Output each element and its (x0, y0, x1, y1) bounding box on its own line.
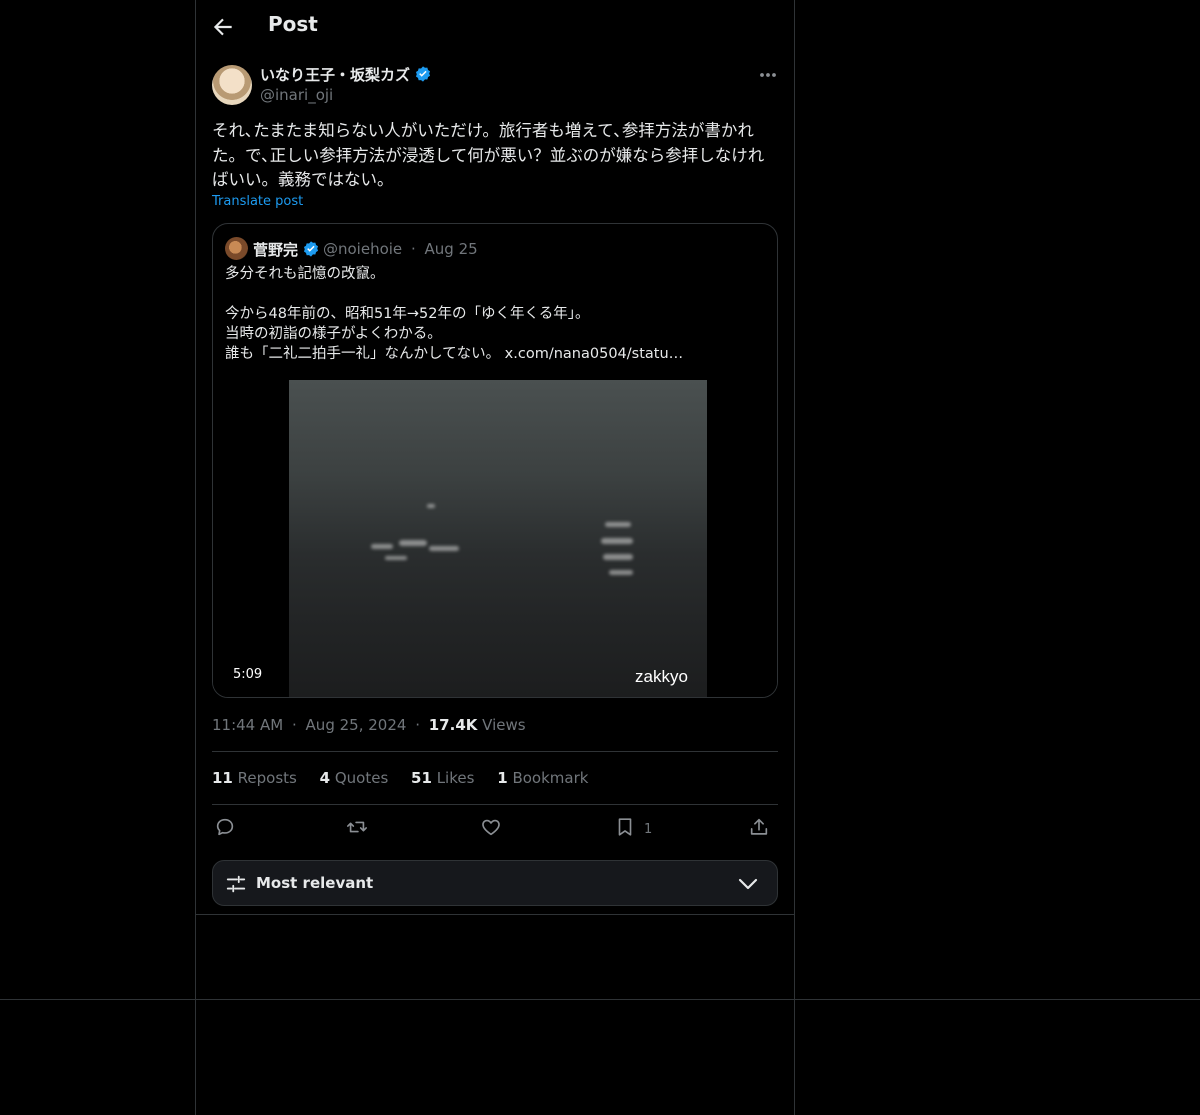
quoted-video[interactable]: 5:09 zakkyo (213, 380, 777, 697)
meta-separator: · (410, 240, 416, 258)
bookmark-count: 1 (644, 822, 653, 837)
post-header: Post (196, 0, 794, 54)
views-count: 17.4K (428, 716, 478, 734)
reply-icon (216, 818, 234, 836)
video-duration: 5:09 (227, 666, 269, 683)
quoted-author-avatar[interactable] (225, 237, 248, 260)
likes-stat[interactable]: 51 Likes (411, 769, 474, 787)
repost-icon (347, 821, 367, 833)
author-name-row[interactable]: いなり王子・坂梨カズ (260, 64, 432, 85)
more-options-icon (760, 73, 776, 77)
author-name[interactable]: いなり王子・坂梨カズ (260, 66, 410, 84)
quoted-author-name-row[interactable]: 菅野完 (253, 239, 320, 260)
section-divider (196, 914, 794, 915)
bookmarks-stat[interactable]: 1 Bookmark (497, 769, 588, 787)
verified-badge-icon (303, 241, 319, 257)
page-divider (0, 999, 1200, 1000)
like-icon (482, 819, 500, 836)
reposts-stat[interactable]: 11 Reposts (212, 769, 297, 787)
reply-sort-dropdown[interactable]: Most relevant (212, 860, 778, 906)
post-timestamp: 11:44 AM · Aug 25, 2024 · 17.4K Views (212, 716, 526, 734)
sort-label: Most relevant (256, 874, 374, 892)
quotes-label: Quotes (334, 769, 389, 787)
column-border-right (794, 0, 795, 1115)
filter-sliders-icon (226, 875, 246, 893)
share-button[interactable] (748, 816, 770, 838)
translate-post-link[interactable]: Translate post (212, 194, 303, 209)
video-light (609, 570, 633, 575)
video-light (427, 504, 435, 508)
reposts-count: 11 (212, 769, 233, 787)
bookmarks-label: Bookmark (512, 769, 589, 787)
quoted-date[interactable]: Aug 25 (425, 240, 478, 258)
quoted-author-name[interactable]: 菅野完 (253, 241, 298, 259)
back-arrow-icon (213, 18, 232, 36)
post-date[interactable]: Aug 25, 2024 (306, 716, 407, 734)
bookmark-button[interactable] (614, 816, 636, 838)
page-title: Post (268, 12, 318, 36)
author-handle[interactable]: @inari_oji (260, 86, 333, 104)
bookmark-icon (618, 818, 632, 836)
repost-button[interactable] (346, 816, 368, 838)
more-options-button[interactable] (756, 66, 780, 84)
action-bar: 1 (212, 812, 776, 846)
quoted-meta: @noiehoie · Aug 25 (323, 240, 478, 258)
reposts-label: Reposts (237, 769, 297, 787)
divider-bottom (212, 804, 778, 805)
video-light (399, 540, 427, 546)
video-light (429, 546, 459, 551)
post-text: それ､たまたま知らない人がいただけ。旅行者も増えて､参拝方法が書かれた。で､正し… (212, 121, 765, 189)
likes-label: Likes (436, 769, 475, 787)
video-light (601, 538, 633, 544)
divider-top (212, 751, 778, 752)
time-separator: · (291, 716, 297, 734)
column-border-left (195, 0, 196, 1115)
back-button[interactable] (210, 14, 236, 40)
post-stats: 11 Reposts 4 Quotes 51 Likes 1 Bookmark (212, 769, 606, 787)
author-avatar[interactable] (212, 65, 252, 105)
likes-count: 51 (411, 769, 432, 787)
quotes-count: 4 (319, 769, 331, 787)
post-time[interactable]: 11:44 AM (212, 716, 283, 734)
video-light (605, 522, 631, 527)
verified-badge-icon (415, 66, 431, 82)
reply-button[interactable] (214, 816, 236, 838)
share-icon (750, 818, 768, 835)
like-button[interactable] (480, 816, 502, 838)
quotes-stat[interactable]: 4 Quotes (320, 769, 389, 787)
views-label: Views (482, 716, 526, 734)
views-separator: · (415, 716, 420, 734)
video-watermark: zakkyo (635, 667, 688, 686)
video-light (603, 554, 633, 560)
video-frame (289, 380, 707, 697)
quoted-text: 多分それも記憶の改竄。 今から48年前の、昭和51年→52年の「ゆく年くる年」。… (225, 266, 684, 362)
quoted-author-handle[interactable]: @noiehoie (323, 240, 402, 258)
bookmarks-count: 1 (497, 769, 508, 787)
chevron-down-icon (738, 878, 758, 890)
quoted-post[interactable]: 菅野完 @noiehoie · Aug 25 多分それも記憶の改竄。 今から48… (212, 223, 778, 698)
video-light (371, 544, 393, 549)
video-light (385, 556, 407, 560)
